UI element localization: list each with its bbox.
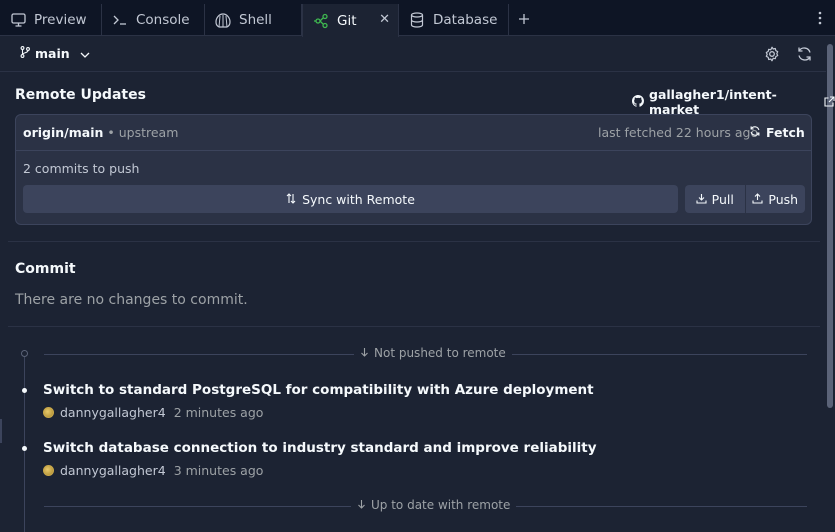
last-fetched-text: last fetched 22 hours ago (598, 125, 759, 140)
tab-console-label: Console (136, 12, 190, 28)
push-button[interactable]: Push (744, 185, 806, 213)
pull-push-group: Pull Push (685, 185, 805, 213)
chevron-down-icon (80, 46, 90, 61)
section-divider (8, 241, 820, 242)
tab-git[interactable]: Git ✕ (302, 4, 399, 37)
origin-info: origin/main • upstream (23, 125, 178, 140)
arrow-down-icon (360, 346, 369, 360)
tab-database-label: Database (433, 12, 498, 28)
arrow-down-icon (357, 498, 366, 512)
commit-title: Commit (15, 261, 76, 277)
tab-shell-label: Shell (239, 12, 272, 28)
commit-message[interactable]: Switch to standard PostgreSQL for compat… (43, 382, 594, 398)
no-changes-text: There are no changes to commit. (15, 292, 248, 308)
sync-with-remote-button[interactable]: Sync with Remote (23, 185, 678, 213)
monitor-icon (10, 12, 26, 28)
tab-database[interactable]: Database (399, 4, 509, 36)
fetch-label: Fetch (766, 125, 805, 140)
branch-selector[interactable]: main (20, 46, 90, 61)
origin-branch: origin/main (23, 125, 104, 140)
remote-updates-title: Remote Updates (15, 87, 146, 103)
pull-label: Pull (711, 191, 734, 207)
tab-preview-label: Preview (34, 12, 87, 28)
remote-card-header: origin/main • upstream last fetched 22 h… (16, 115, 811, 151)
database-icon (409, 12, 425, 28)
tab-shell[interactable]: Shell (205, 4, 302, 36)
tab-bar: Preview Console Shell Git ✕ Database (0, 0, 835, 37)
upstream-label: upstream (118, 125, 179, 140)
commit-meta: dannygallagher4 2 minutes ago (43, 405, 263, 420)
pull-button[interactable]: Pull (685, 185, 745, 213)
commit-meta: dannygallagher4 3 minutes ago (43, 463, 263, 478)
branch-label: main (35, 46, 70, 61)
tab-git-label: Git (337, 12, 357, 29)
gear-icon[interactable] (763, 45, 781, 63)
fetch-button[interactable]: Fetch (749, 125, 805, 140)
not-pushed-label: Not pushed to remote (374, 346, 506, 360)
terminal-icon (112, 12, 128, 28)
upload-icon (752, 192, 763, 207)
shell-icon (215, 12, 231, 28)
avatar (43, 465, 54, 476)
commit-message[interactable]: Switch database connection to industry s… (43, 440, 597, 456)
github-icon (632, 94, 644, 110)
timeline-node (21, 350, 28, 357)
more-options-icon[interactable] (818, 10, 822, 29)
git-icon (313, 13, 329, 29)
download-icon (696, 192, 707, 207)
close-icon[interactable]: ✕ (379, 12, 390, 27)
up-to-date-marker: Up to date with remote (351, 498, 517, 512)
commit-author: dannygallagher4 (60, 463, 166, 478)
commit-time: 2 minutes ago (173, 405, 264, 420)
resize-handle[interactable] (0, 419, 2, 443)
add-tab-icon[interactable] (518, 10, 530, 29)
up-to-date-label: Up to date with remote (371, 498, 511, 512)
repo-name: gallagher1/intent-market (649, 87, 777, 117)
commit-dot (22, 446, 27, 451)
timeline-line (24, 357, 25, 532)
commit-time: 3 minutes ago (173, 463, 264, 478)
external-link-icon (824, 95, 835, 110)
git-toolbar: main (0, 36, 826, 72)
push-label: Push (768, 191, 799, 207)
section-divider (8, 326, 820, 327)
commits-to-push-text: 2 commits to push (23, 161, 140, 176)
sync-label: Sync with Remote (302, 191, 415, 207)
branch-icon (20, 46, 30, 61)
commit-dot (22, 388, 27, 393)
commit-author: dannygallagher4 (60, 405, 166, 420)
tab-preview[interactable]: Preview (0, 4, 102, 36)
not-pushed-marker: Not pushed to remote (354, 346, 512, 360)
separator-dot: • (107, 125, 119, 140)
refresh-icon (749, 125, 761, 140)
sync-arrows-icon (286, 192, 296, 207)
remote-card: origin/main • upstream last fetched 22 h… (15, 114, 812, 225)
repo-link[interactable]: gallagher1/intent-market (632, 87, 835, 117)
refresh-icon[interactable] (795, 45, 813, 63)
tab-console[interactable]: Console (102, 4, 205, 36)
avatar (43, 407, 54, 418)
